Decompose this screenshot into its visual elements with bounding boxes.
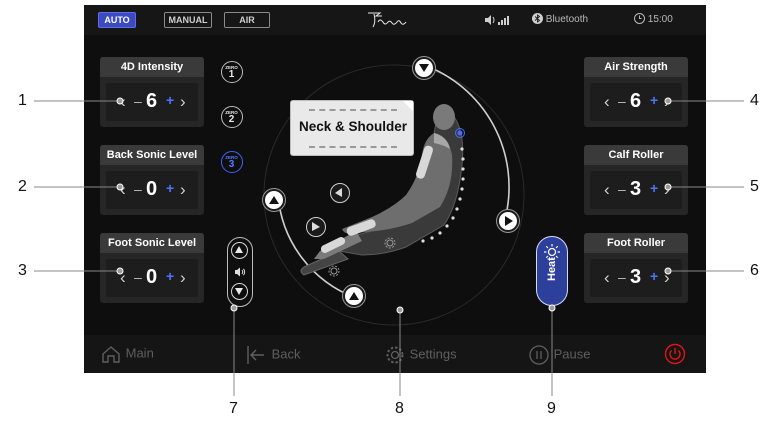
callout-6: 6	[750, 262, 759, 279]
callout-8: 8	[395, 400, 404, 417]
callout-5: 5	[750, 178, 759, 195]
callout-1: 1	[18, 92, 27, 109]
callout-7: 7	[229, 400, 238, 417]
callout-4: 4	[750, 92, 759, 109]
callout-3: 3	[18, 262, 27, 279]
callout-2: 2	[18, 178, 27, 195]
callout-9: 9	[547, 400, 556, 417]
callout-lines	[34, 97, 744, 396]
